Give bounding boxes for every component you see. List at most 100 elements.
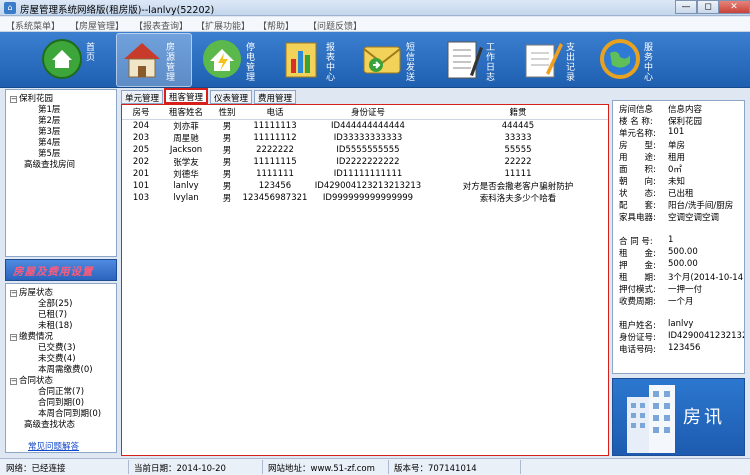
table-cell: lvylan <box>173 193 199 203</box>
info-value: 阳台/洗手间/厨房 <box>668 201 734 210</box>
table-cell: Jackson <box>169 145 203 155</box>
home-icon <box>40 37 84 81</box>
table-row[interactable]: 103 lvylan 男 123456987321 ID999999999999999 索… <box>122 192 608 204</box>
title-bar: ⌂ 房屋管理系统网络版(租房版)--lanlvy(52202) — ◻ ✕ <box>0 0 750 16</box>
collapse-toggle-icon[interactable]: − <box>10 334 17 341</box>
table-cell: 11111112 <box>253 133 297 143</box>
table-cell: 11111115 <box>253 157 297 167</box>
faq-link[interactable]: 常见问题解答 <box>28 440 79 452</box>
logo-text: 房讯 <box>683 407 725 428</box>
info-row: 面 积: 0㎡ <box>619 163 744 174</box>
info-value: ID429004123213213 <box>668 331 744 341</box>
menu-system[interactable]: 【系统菜单】 <box>6 19 60 32</box>
house-lightning-icon <box>200 37 244 81</box>
tab-fee[interactable]: 费用管理 <box>254 90 297 104</box>
chart-icon <box>280 37 324 81</box>
info-value: 一个月 <box>668 297 694 306</box>
table-cell: 男 <box>222 182 232 192</box>
table-row[interactable]: 203 周星驰 男 11111112 ID33333333333 33333 <box>122 132 608 144</box>
close-button[interactable]: ✕ <box>718 0 750 14</box>
table-cell: 55555 <box>504 145 532 155</box>
info-row: 租 期: 3个月(2014-10-14) <box>619 271 744 282</box>
toolbar-worklog-label: 工作日志 <box>486 43 496 83</box>
info-key: 单元名称: <box>619 129 656 138</box>
tab-meter[interactable]: 仪表管理 <box>210 90 253 104</box>
table-cell: 对方是否会撒老客户骗射防护 <box>462 182 574 192</box>
info-row: 单元名称: 101 <box>619 127 744 138</box>
toolbar-home-label: 首页 <box>86 43 96 63</box>
menu-help[interactable]: 【帮助】 <box>258 19 294 32</box>
info-row: 房 型: 单房 <box>619 139 744 150</box>
info-row: 状 态: 已出租 <box>619 187 744 198</box>
info-value: 空调空调空调 <box>668 213 720 222</box>
info-row: 合 同 号: 1 <box>619 235 744 246</box>
info-row: 朝 向: 未知 <box>619 175 744 186</box>
col-header[interactable]: 籍贯 <box>428 105 608 120</box>
menu-house[interactable]: 【房屋管理】 <box>70 19 124 32</box>
tab-tenant[interactable]: 租客管理 <box>164 88 209 104</box>
table-row[interactable]: 205 Jackson 男 2222222 ID5555555555 55555 <box>122 144 608 156</box>
collapse-toggle-icon[interactable]: − <box>10 378 17 385</box>
app-icon: ⌂ <box>4 2 16 14</box>
status-bar: 网络：已经连接 当前日期：2014-10-20 网站地址：www.51-zf.c… <box>0 458 750 475</box>
toolbar-sms-label: 短信发送 <box>406 43 416 83</box>
table-row[interactable]: 204 刘亦菲 男 11111113 ID444444444444 444445 <box>122 120 608 132</box>
table-cell: 男 <box>222 134 232 144</box>
window-title: 房屋管理系统网络版(租房版)--lanlvy(52202) <box>20 5 215 16</box>
menu-extend[interactable]: 【扩展功能】 <box>196 19 250 32</box>
collapse-toggle-icon[interactable]: − <box>10 290 17 297</box>
info-key: 朝 向: <box>619 177 656 186</box>
info-key: 面 积: <box>619 165 656 174</box>
info-header-value: 信息内容 <box>668 105 703 115</box>
table-cell: lanlvy <box>173 181 199 191</box>
col-header[interactable]: 电话 <box>242 105 308 120</box>
tree-advanced-status[interactable]: 高级查找状态 <box>24 418 75 430</box>
table-cell: 11111113 <box>253 121 297 131</box>
info-value: 500.00 <box>668 247 698 257</box>
col-header[interactable]: 房号 <box>122 105 160 120</box>
menu-bar: 【系统菜单】 【房屋管理】 【报表查询】 【扩展功能】 【帮助】 【问题反馈】 <box>0 17 750 32</box>
info-value: 500.00 <box>668 259 698 269</box>
table-cell: ID444444444444 <box>331 121 405 131</box>
col-header[interactable]: 身份证号 <box>308 105 428 120</box>
tab-unit[interactable]: 单元管理 <box>121 90 164 104</box>
col-header[interactable]: 性别 <box>212 105 242 120</box>
room-info-panel: 房间信息 信息内容 楼 名 称: 保利花园 单元名称: 101 房 型: 单房用 途: 租用… <box>612 100 745 374</box>
menu-reports[interactable]: 【报表查询】 <box>134 19 188 32</box>
table-cell: 123456 <box>258 181 292 191</box>
building-illustration-icon <box>627 385 675 453</box>
info-key: 身份证号: <box>619 333 656 342</box>
table-cell: 202 <box>132 157 150 167</box>
info-key: 房 型: <box>619 141 656 150</box>
table-cell: 2222222 <box>256 145 294 155</box>
info-value: 租用 <box>668 153 686 162</box>
info-key: 楼 名 称: <box>619 117 653 126</box>
info-value: 已出租 <box>668 189 694 198</box>
table-row[interactable]: 202 张学友 男 11111115 ID2222222222 22222 <box>122 156 608 168</box>
tree-advanced-search[interactable]: 高级查找房间 <box>24 158 75 170</box>
minimize-button[interactable]: — <box>675 0 697 14</box>
info-key: 租户姓名: <box>619 321 656 330</box>
table-cell: 男 <box>222 158 232 168</box>
table-cell: 101 <box>132 181 150 191</box>
table-cell: 201 <box>132 169 150 179</box>
maximize-button[interactable]: ◻ <box>697 0 719 14</box>
table-row[interactable]: 201 刘德华 男 1111111 ID11111111111 11111 <box>122 168 608 180</box>
settings-banner[interactable]: 房屋及费用设置 <box>5 259 117 281</box>
col-header[interactable]: 租客姓名 <box>160 105 212 120</box>
table-header-row: 房号 租客姓名 性别 电话 身份证号 籍贯 <box>122 105 608 120</box>
table-cell: 周星驰 <box>173 134 199 144</box>
table-cell: 男 <box>222 170 232 180</box>
table-cell: 103 <box>132 193 150 203</box>
collapse-toggle-icon[interactable]: − <box>10 96 17 103</box>
table-cell: ID2222222222 <box>336 157 400 167</box>
table-cell: ID33333333333 <box>333 133 403 143</box>
menu-feedback[interactable]: 【问题反馈】 <box>308 19 362 32</box>
status-date: 当前日期：2014-10-20 <box>134 464 226 474</box>
globe-icon <box>598 37 642 81</box>
info-row: 电话号码: 123456 <box>619 343 744 354</box>
status-website: 网站地址：www.51-zf.com <box>268 464 375 474</box>
table-cell: 刘德华 <box>173 170 199 180</box>
table-row[interactable]: 101 lanlvy 男 123456 ID429004123213213213 对方是否… <box>122 180 608 192</box>
info-key: 家具电器: <box>619 213 656 222</box>
